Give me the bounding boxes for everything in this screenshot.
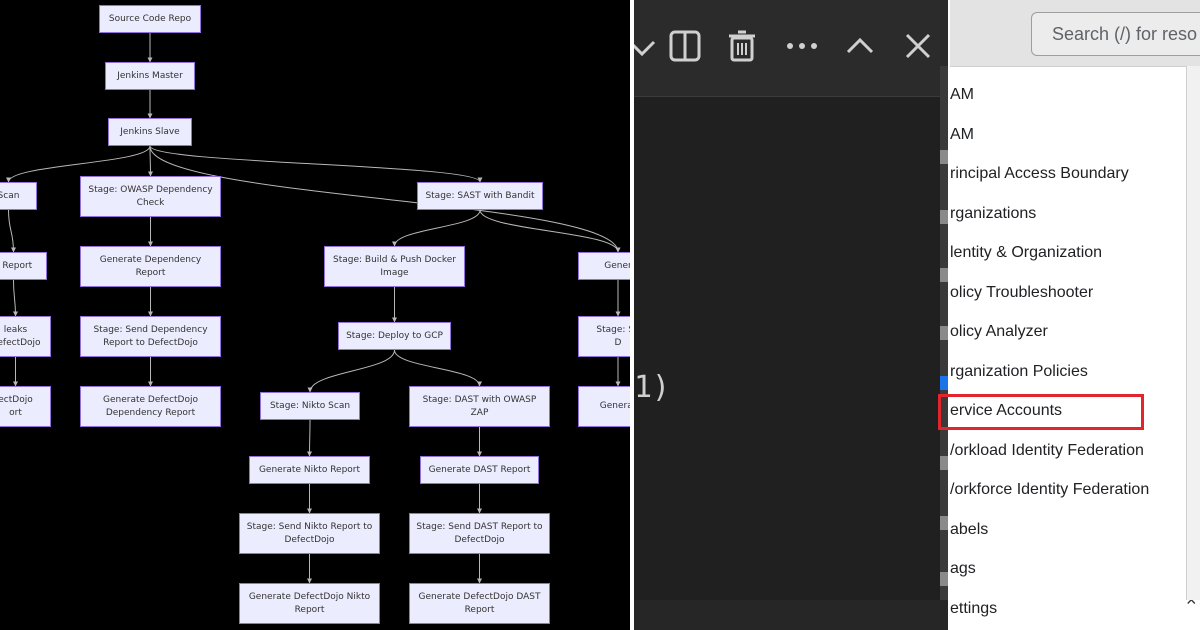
chevron-down-icon[interactable] bbox=[634, 28, 660, 64]
pipeline-flowchart: Source Code Repo Jenkins Master Jenkins Sl… bbox=[0, 0, 630, 630]
flow-node: Stage: Send DAST Report to DefectDojo bbox=[409, 513, 550, 554]
menu-item[interactable]: AM bbox=[950, 120, 1184, 160]
panel-bottom-bar bbox=[634, 600, 948, 630]
close-icon[interactable] bbox=[900, 28, 936, 64]
rail-tick bbox=[940, 456, 948, 470]
menu-item[interactable]: AM bbox=[950, 80, 1184, 120]
flow-edge bbox=[12, 279, 18, 317]
service-accounts-highlight bbox=[938, 394, 1144, 430]
flow-node: s Report bbox=[0, 252, 47, 280]
menu-item[interactable]: ettings bbox=[950, 594, 1184, 630]
flow-node: Stage: SAST with Bandit bbox=[417, 182, 543, 210]
flow-node: Stage: Send Dependency Report to DefectD… bbox=[80, 316, 221, 357]
menu-item[interactable]: ags bbox=[950, 554, 1184, 594]
flow-node: Stage: Se D bbox=[578, 316, 630, 357]
menu-item[interactable]: lentity & Organization bbox=[950, 238, 1184, 278]
flow-edge bbox=[8, 209, 16, 253]
iam-menu-panel: Search (/) for reso AM AM rincipal Access … bbox=[950, 0, 1200, 630]
rail-tick bbox=[940, 572, 948, 586]
rail-tick bbox=[940, 210, 948, 224]
menu-item[interactable]: olicy Analyzer bbox=[950, 317, 1184, 357]
flow-edge bbox=[307, 349, 395, 393]
split-view-icon[interactable] bbox=[667, 28, 703, 64]
flow-node: Generate DefectDojo DAST Report bbox=[409, 583, 550, 624]
flow-node: Generate DefectDojo Dependency Report bbox=[80, 386, 221, 427]
flow-node: Generate Nikto Report bbox=[249, 456, 370, 484]
flow-node: Generate DAST Report bbox=[420, 456, 539, 484]
flow-node: leaks DefectDojo bbox=[0, 316, 51, 357]
flow-node: Jenkins Master bbox=[105, 62, 195, 90]
rail-tick bbox=[940, 150, 948, 164]
partial-code-text: 1) bbox=[634, 370, 671, 405]
iam-menu-list: AM AM rincipal Access Boundary rganizations… bbox=[950, 80, 1184, 630]
menu-item[interactable]: rganization Policies bbox=[950, 357, 1184, 397]
rail-tick bbox=[940, 516, 948, 530]
flow-node: Stage: DAST with OWASP ZAP bbox=[409, 386, 550, 427]
panel-toolbar bbox=[634, 0, 948, 97]
menu-header: Search (/) for reso bbox=[950, 0, 1200, 67]
flow-edge bbox=[147, 145, 153, 177]
flow-edge bbox=[392, 209, 481, 247]
flow-node: Stage: OWASP Dependency Check bbox=[80, 176, 221, 217]
menu-item[interactable]: rganizations bbox=[950, 199, 1184, 239]
menu-item[interactable]: abels bbox=[950, 515, 1184, 555]
trash-icon[interactable] bbox=[724, 28, 760, 64]
flow-node: Stage: Nikto Scan bbox=[260, 392, 360, 420]
flow-edge bbox=[479, 209, 621, 253]
rail-tick bbox=[940, 326, 948, 340]
more-icon[interactable] bbox=[784, 28, 820, 64]
flow-node: Source Code Repo bbox=[99, 5, 201, 33]
flow-node: Generate DefectDojo Nikto Report bbox=[239, 583, 380, 624]
flow-node: Gener bbox=[578, 252, 630, 280]
flow-edge bbox=[307, 419, 313, 457]
menu-item[interactable]: /orkforce Identity Federation bbox=[950, 475, 1184, 515]
flow-node: ectDojo ort bbox=[0, 386, 51, 427]
flow-node: Stage: Send Nikto Report to DefectDojo bbox=[239, 513, 380, 554]
flow-node: Stage: Deploy to GCP bbox=[338, 322, 451, 350]
menu-item[interactable]: /orkload Identity Federation bbox=[950, 436, 1184, 476]
menu-scrollbar[interactable] bbox=[1186, 66, 1200, 600]
flow-node: Scan bbox=[0, 182, 37, 210]
rail-tick-active bbox=[940, 376, 948, 390]
flow-node: Generate Dependency Report bbox=[80, 246, 221, 287]
flow-node: Generat bbox=[578, 386, 630, 427]
menu-item[interactable]: olicy Troubleshooter bbox=[950, 278, 1184, 318]
search-input[interactable]: Search (/) for reso bbox=[1031, 12, 1200, 56]
menu-item[interactable]: rincipal Access Boundary bbox=[950, 159, 1184, 199]
chevron-up-icon[interactable] bbox=[842, 28, 878, 64]
flow-edge bbox=[394, 349, 482, 387]
rail-tick bbox=[940, 268, 948, 282]
dark-editor-panel: 1) bbox=[634, 0, 948, 630]
flow-node: Stage: Build & Push Docker Image bbox=[324, 246, 465, 287]
flow-node: Jenkins Slave bbox=[108, 118, 192, 146]
